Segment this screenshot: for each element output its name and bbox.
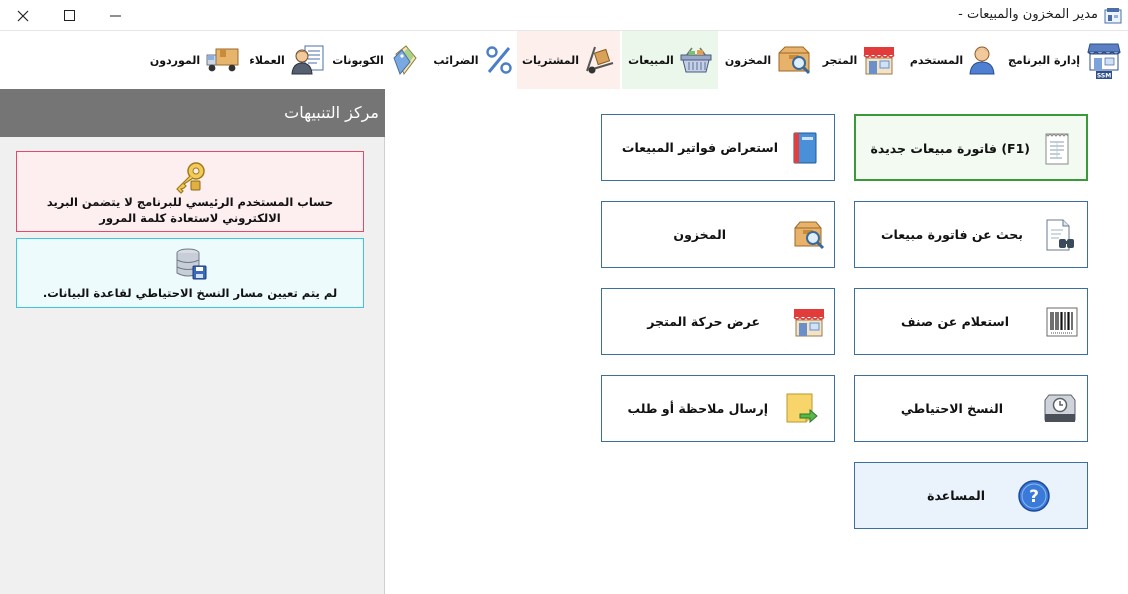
ribbon-coupons[interactable]: الكوبونات	[328, 31, 424, 89]
hand-truck-icon	[586, 46, 614, 74]
new-sales-invoice-label: فاتورة مبيعات جديدة (F1)	[870, 141, 1030, 156]
barcode-icon	[1046, 307, 1078, 337]
ribbon-label: الموردون	[149, 53, 201, 67]
minimize-window-button[interactable]	[92, 0, 138, 31]
backup-label: النسخ الاحتياطي	[900, 401, 1003, 416]
notification-panel-header: مركز التنبيهات	[0, 89, 385, 137]
inventory-box-icon	[794, 221, 825, 250]
ribbon-suppliers[interactable]: الموردون	[150, 31, 240, 89]
ribbon-purchases[interactable]: المشتريات	[517, 31, 620, 89]
backup-drive-icon	[1044, 394, 1076, 422]
close-window-button[interactable]	[0, 0, 46, 31]
ribbon-label: المشتريات	[521, 53, 580, 67]
ribbon-taxes[interactable]: الضرائب	[428, 31, 518, 89]
store-movement-button[interactable]: عرض حركة المتجر	[601, 288, 835, 355]
user-icon	[969, 46, 995, 75]
ribbon-badge: SSM	[1097, 73, 1111, 80]
invoice-document-icon	[1045, 133, 1069, 165]
close-icon	[17, 10, 29, 21]
percent-icon	[485, 46, 512, 74]
ribbon-user[interactable]: المستخدم	[905, 31, 1000, 89]
notification-panel-title: مركز التنبيهات	[284, 103, 379, 122]
delivery-truck-icon	[206, 48, 239, 72]
notebook-icon	[793, 132, 817, 164]
window-title: مدير المخزون والمبيعات -	[958, 7, 1098, 22]
store-logo-icon: SSM	[1087, 43, 1121, 80]
item-query-label: استعلام عن صنف	[901, 314, 1009, 329]
ribbon-inventory[interactable]: المخزون	[722, 31, 814, 89]
inventory-button[interactable]: المخزون	[601, 201, 835, 268]
notification-text: لم يتم تعيين مسار النسخ الاحتياطي لقاعدة…	[42, 286, 338, 300]
svg-text:?: ?	[1029, 487, 1039, 507]
ribbon-label: إدارة البرنامج	[1007, 53, 1081, 67]
item-query-button[interactable]: استعلام عن صنف	[854, 288, 1088, 355]
send-note-label: إرسال ملاحظة أو طلب	[627, 401, 768, 416]
ribbon-sales[interactable]: المبيعات	[622, 31, 718, 89]
new-sales-invoice-button[interactable]: فاتورة مبيعات جديدة (F1)	[854, 114, 1088, 181]
search-sales-invoice-button[interactable]: بحث عن فاتورة مبيعات	[854, 201, 1088, 268]
maximize-window-button[interactable]	[46, 0, 92, 31]
shop-icon	[863, 47, 895, 75]
notification-panel: مركز التنبيهات حساب المستخدم الرئيسي للب…	[0, 89, 385, 594]
help-icon: ?	[1018, 480, 1050, 512]
minimize-icon	[109, 15, 121, 16]
title-bar: مدير المخزون والمبيعات -	[0, 0, 1128, 31]
ribbon-store[interactable]: المتجر	[818, 31, 900, 89]
ribbon-label: العملاء	[249, 53, 285, 67]
ribbon-label: المبيعات	[628, 53, 674, 67]
browse-sales-invoices-label: استعراض فواتير المبيعات	[621, 140, 778, 155]
shop-icon	[793, 309, 825, 337]
customer-icon	[291, 45, 324, 75]
key-icon	[176, 162, 205, 194]
sticky-note-send-icon	[786, 393, 818, 424]
send-note-button[interactable]: إرسال ملاحظة أو طلب	[601, 375, 835, 442]
notification-item-email[interactable]: حساب المستخدم الرئيسي للبرنامج لا يتضمن …	[16, 151, 364, 232]
ribbon-program-management[interactable]: إدارة البرنامج SSM	[1002, 31, 1128, 89]
ribbon-label: الضرائب	[433, 53, 479, 67]
app-icon	[1104, 8, 1122, 24]
inventory-label: المخزون	[673, 227, 726, 242]
browse-sales-invoices-button[interactable]: استعراض فواتير المبيعات	[601, 114, 835, 181]
ribbon-label: المستخدم	[909, 53, 964, 67]
help-button[interactable]: المساعدة ?	[854, 462, 1088, 529]
main-ribbon: إدارة البرنامج SSM المستخدم المتجر المخز…	[0, 31, 1128, 89]
store-movement-label: عرض حركة المتجر	[647, 314, 760, 329]
ribbon-label: الكوبونات	[332, 53, 384, 67]
ribbon-customers[interactable]: العملاء	[249, 31, 324, 89]
ribbon-label: المتجر	[822, 53, 858, 67]
search-document-icon	[1046, 219, 1074, 251]
backup-button[interactable]: النسخ الاحتياطي	[854, 375, 1088, 442]
coupon-tag-icon	[393, 45, 417, 76]
basket-icon	[680, 47, 712, 73]
ribbon-label: المخزون	[724, 53, 772, 67]
maximize-icon	[63, 10, 75, 21]
inventory-box-icon	[778, 46, 811, 75]
help-label: المساعدة	[927, 488, 985, 503]
notification-text: حساب المستخدم الرئيسي للبرنامج لا يتضمن …	[46, 195, 334, 225]
search-sales-invoice-label: بحث عن فاتورة مبيعات	[880, 227, 1023, 242]
notification-item-backup[interactable]: لم يتم تعيين مسار النسخ الاحتياطي لقاعدة…	[16, 238, 364, 308]
database-icon	[176, 248, 207, 280]
